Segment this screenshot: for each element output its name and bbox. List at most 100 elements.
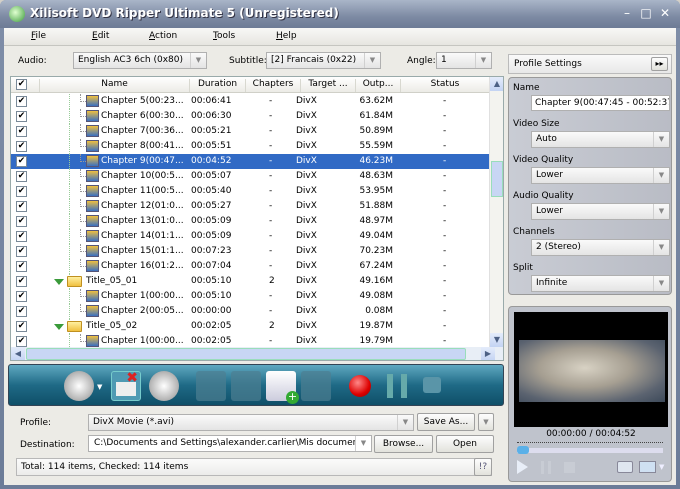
menu-help[interactable]: Help (276, 31, 297, 41)
row-checkbox[interactable]: ✔ (16, 291, 27, 302)
table-row[interactable]: ✔ Chapter 16(01:2... 00:07:04 - DivX 67.24M - (11, 259, 489, 274)
row-chapters: - (269, 306, 273, 316)
row-checkbox[interactable]: ✔ (16, 321, 27, 332)
row-checkbox[interactable]: ✔ (16, 171, 27, 182)
maximize-button[interactable]: □ (637, 5, 655, 23)
seek-thumb[interactable] (517, 446, 529, 454)
scroll-up-button[interactable]: ▲ (490, 77, 503, 91)
table-row[interactable]: ✔ Chapter 6(00:30... 00:06:30 - DivX 61.84M - (11, 109, 489, 124)
pause-player-icon[interactable] (541, 461, 551, 474)
setting-select[interactable]: Lower ▼ (531, 167, 670, 184)
setting-select[interactable]: Infinite ▼ (531, 275, 670, 292)
audio-select[interactable]: English AC3 6ch (0x80) ▼ (73, 52, 207, 69)
scroll-thumb[interactable] (491, 161, 503, 197)
setting-select[interactable]: 2 (Stereo) ▼ (531, 239, 670, 256)
properties-icon[interactable] (149, 371, 179, 401)
menu-action[interactable]: Action (149, 31, 177, 41)
col-name[interactable]: Name (39, 79, 189, 92)
browse-button[interactable]: Browse... (374, 435, 433, 453)
open-folder-icon[interactable] (639, 461, 656, 473)
stop-icon[interactable] (423, 377, 441, 393)
load-dropdown-icon[interactable]: ▼ (97, 383, 102, 391)
col-chapters[interactable]: Chapters (245, 79, 300, 92)
save-as-dropdown[interactable]: ▼ (478, 413, 494, 431)
table-row[interactable]: ✔ Chapter 9(00:47... 00:04:52 - DivX 46.23M - (11, 154, 489, 169)
row-chapters: - (269, 201, 273, 211)
expand-button[interactable]: ▸▸ (651, 57, 668, 71)
profile-select[interactable]: DivX Movie (*.avi) ▼ (88, 414, 414, 431)
row-checkbox[interactable]: ✔ (16, 126, 27, 137)
row-checkbox[interactable]: ✔ (16, 276, 27, 287)
row-checkbox[interactable]: ✔ (16, 111, 27, 122)
table-row[interactable]: ✔ Chapter 10(00:5... 00:05:07 - DivX 48.63M - (11, 169, 489, 184)
menu-file[interactable]: File (31, 31, 46, 41)
row-checkbox[interactable]: ✔ (16, 246, 27, 257)
col-status[interactable]: Status (400, 79, 489, 92)
scroll-left-button[interactable]: ◀ (11, 347, 25, 360)
angle-select[interactable]: 1 ▼ (436, 52, 492, 69)
table-row[interactable]: ✔ Chapter 1(00:00... 00:05:10 - DivX 49.08M - (11, 289, 489, 304)
close-button[interactable]: ✕ (656, 5, 674, 23)
table-row[interactable]: ✔ Chapter 14(01:1... 00:05:09 - DivX 49.04M - (11, 229, 489, 244)
minimize-button[interactable]: – (618, 5, 636, 23)
row-checkbox[interactable]: ✔ (16, 96, 27, 107)
vertical-scrollbar[interactable]: ▲ ▼ (489, 77, 503, 347)
setting-select[interactable]: Auto ▼ (531, 131, 670, 148)
menu-edit[interactable]: Edit (92, 31, 109, 41)
table-row[interactable]: ✔ Chapter 12(01:0... 00:05:27 - DivX 51.88M - (11, 199, 489, 214)
row-checkbox[interactable]: ✔ (16, 336, 27, 347)
scroll-down-button[interactable]: ▼ (490, 333, 503, 347)
table-row[interactable]: ✔ Chapter 7(00:36... 00:05:21 - DivX 50.89M - (11, 124, 489, 139)
remove-icon[interactable]: ✖ (111, 370, 141, 401)
col-output[interactable]: Outp... (355, 79, 400, 92)
table-row[interactable]: ✔ Chapter 5(00:23... 00:06:41 - DivX 63.62M - (11, 94, 489, 109)
table-row[interactable]: ✔ Chapter 8(00:41... 00:05:51 - DivX 55.59M - (11, 139, 489, 154)
col-duration[interactable]: Duration (189, 79, 245, 92)
row-checkbox[interactable]: ✔ (16, 261, 27, 272)
scroll-right-button[interactable]: ▶ (481, 347, 495, 360)
snapshot-icon[interactable] (617, 461, 633, 473)
merge-icon[interactable] (301, 371, 331, 401)
table-row[interactable]: ✔ Chapter 15(01:1... 00:07:23 - DivX 70.23M - (11, 244, 489, 259)
stop-player-icon[interactable] (564, 462, 575, 473)
table-row[interactable]: ✔ Chapter 11(00:5... 00:05:40 - DivX 53.95M - (11, 184, 489, 199)
film-icon (86, 170, 99, 182)
expand-arrow-icon[interactable] (54, 324, 64, 330)
hscroll-thumb[interactable] (26, 348, 466, 360)
help-button[interactable]: !? (474, 458, 492, 476)
row-checkbox[interactable]: ✔ (16, 216, 27, 227)
col-target[interactable]: Target ... (300, 79, 355, 92)
row-status: - (443, 96, 447, 106)
setting-select[interactable]: Lower ▼ (531, 203, 670, 220)
table-row[interactable]: ✔ Title_05_01 00:05:10 2 DivX 49.16M - (11, 274, 489, 289)
pause-icon[interactable] (387, 374, 407, 398)
load-dvd-icon[interactable] (64, 371, 94, 401)
subtitle-select[interactable]: [2] Francais (0x22) ▼ (266, 52, 381, 69)
row-checkbox[interactable]: ✔ (16, 186, 27, 197)
menu-tools[interactable]: Tools (213, 31, 235, 41)
effects-icon[interactable] (231, 371, 261, 401)
add-profile-icon[interactable]: + (266, 371, 299, 404)
horizontal-scrollbar[interactable]: ◀ ▶ (11, 347, 503, 360)
table-row[interactable]: ✔ Chapter 13(01:0... 00:05:09 - DivX 48.97M - (11, 214, 489, 229)
open-button[interactable]: Open (436, 435, 494, 453)
check-all-checkbox[interactable]: ✔ (16, 79, 27, 90)
row-checkbox[interactable]: ✔ (16, 141, 27, 152)
seek-slider[interactable] (517, 446, 663, 454)
row-checkbox[interactable]: ✔ (16, 231, 27, 242)
row-checkbox[interactable]: ✔ (16, 306, 27, 317)
destination-input[interactable]: C:\Documents and Settings\alexander.carl… (88, 435, 372, 452)
record-start-icon[interactable] (349, 375, 371, 397)
table-row[interactable]: ✔ Title_05_02 00:02:05 2 DivX 19.87M - (11, 319, 489, 334)
row-checkbox[interactable]: ✔ (16, 156, 27, 167)
row-checkbox[interactable]: ✔ (16, 201, 27, 212)
play-icon[interactable] (517, 460, 528, 474)
clip-icon[interactable] (196, 371, 226, 401)
folder-dropdown-icon[interactable]: ▼ (659, 463, 664, 471)
window-title: Xilisoft DVD Ripper Ultimate 5 (Unregist… (30, 6, 339, 20)
save-as-button[interactable]: Save As... (417, 413, 475, 431)
table-row[interactable]: ✔ Chapter 2(00:05... 00:00:00 - DivX 0.08M - (11, 304, 489, 319)
name-input[interactable]: Chapter 9(00:47:45 - 00:52:37) (531, 95, 670, 111)
expand-arrow-icon[interactable] (54, 279, 64, 285)
film-icon (86, 260, 99, 272)
